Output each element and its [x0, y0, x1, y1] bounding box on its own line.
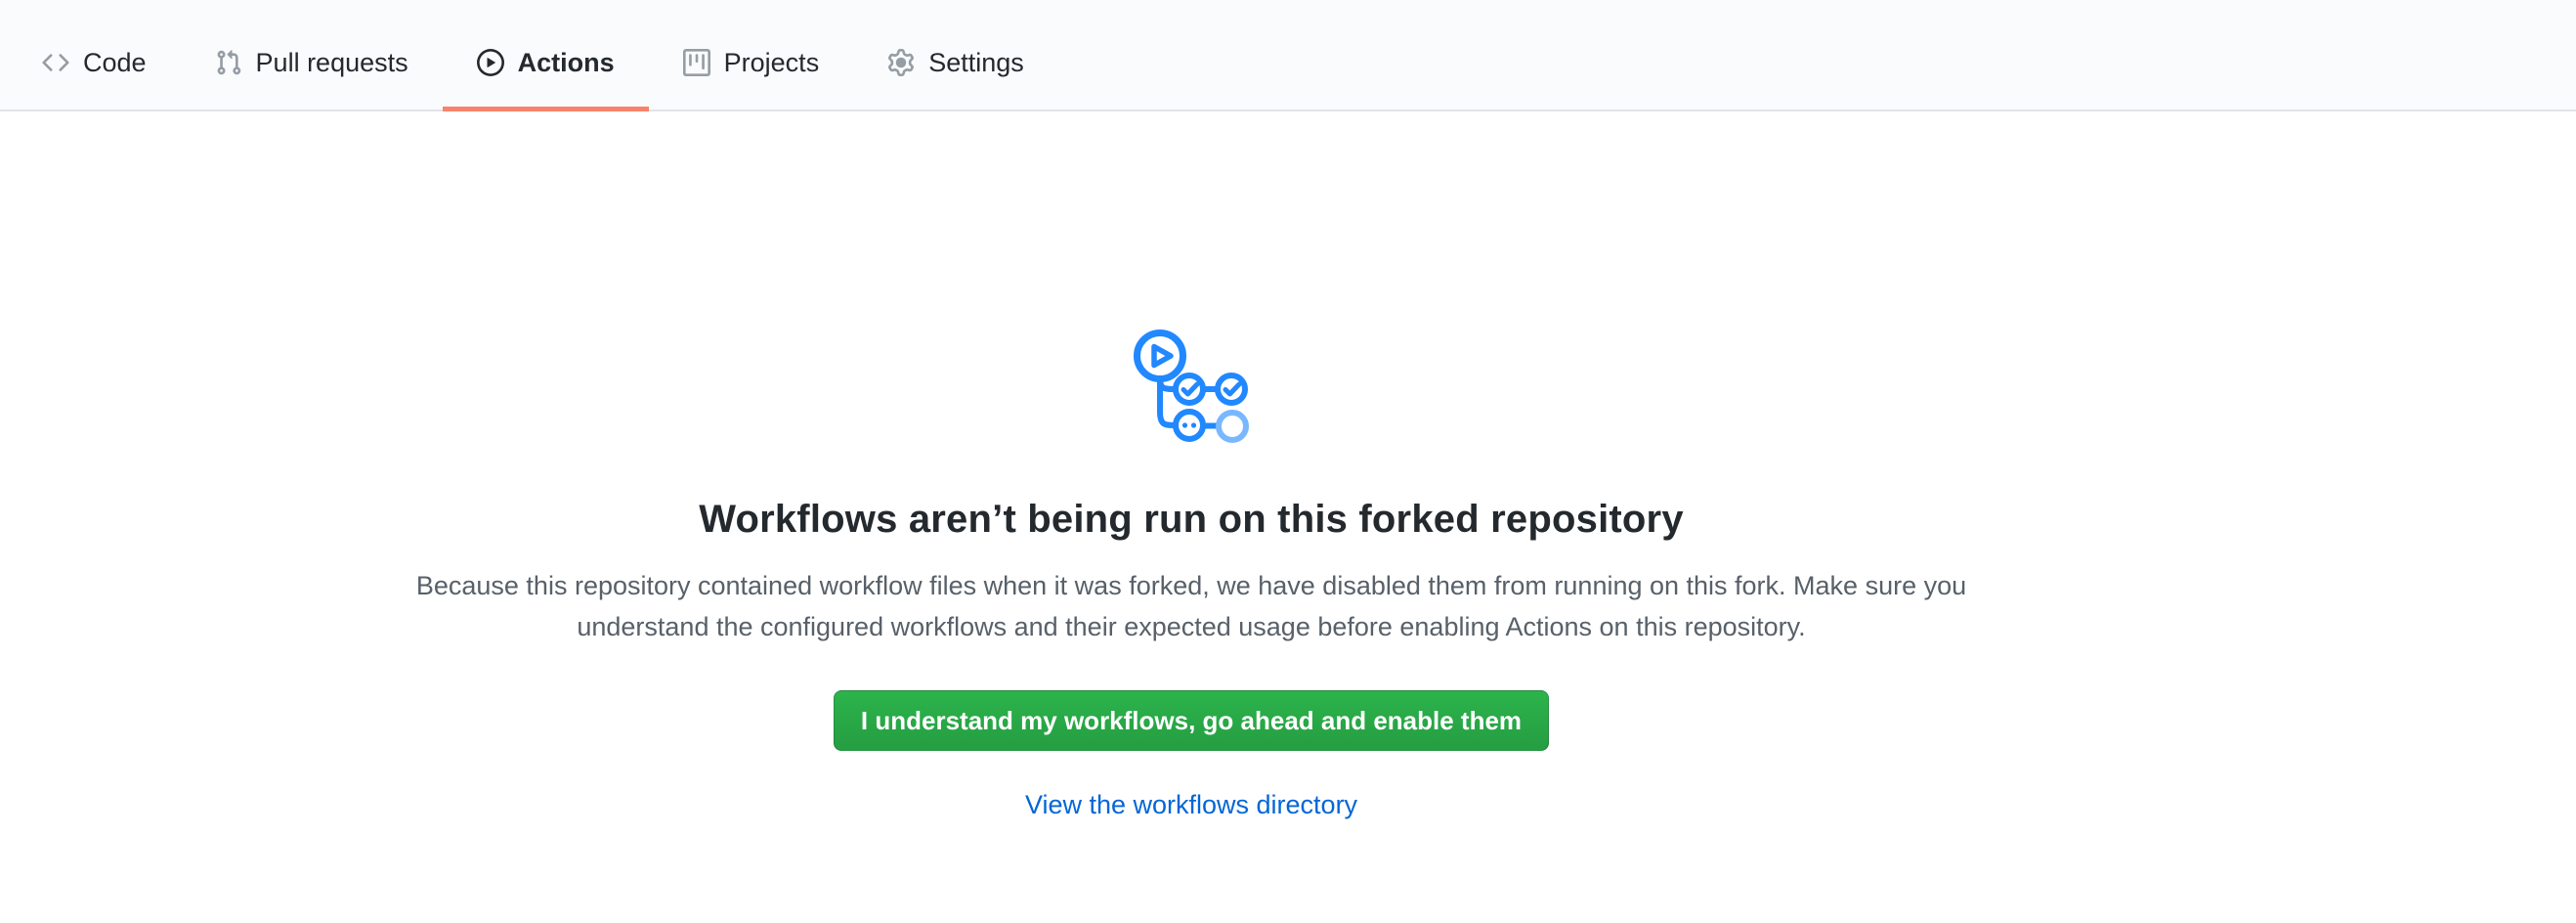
- tab-label: Code: [83, 50, 147, 76]
- blankslate: Workflows aren’t being run on this forke…: [0, 111, 2383, 821]
- repo-nav: Code Pull requests Actions Projects Sett…: [0, 0, 2576, 111]
- tab-label: Pull requests: [256, 50, 408, 76]
- tab-label: Actions: [518, 50, 615, 76]
- code-icon: [42, 49, 69, 76]
- tab-label: Settings: [928, 50, 1024, 76]
- actions-blankslate-page: Workflows aren’t being run on this forke…: [0, 111, 2576, 821]
- tab-code[interactable]: Code: [8, 0, 181, 110]
- play-icon: [477, 49, 504, 76]
- tab-pull-requests[interactable]: Pull requests: [181, 0, 443, 110]
- workflow-graph-icon: [1133, 328, 1250, 443]
- tab-label: Projects: [724, 50, 820, 76]
- gear-icon: [887, 49, 915, 76]
- active-tab-underline: [443, 107, 649, 111]
- workflows-directory-link[interactable]: View the workflows directory: [0, 788, 2383, 821]
- tab-projects[interactable]: Projects: [649, 0, 854, 110]
- enable-workflows-button[interactable]: I understand my workflows, go ahead and …: [834, 690, 1549, 751]
- git-pull-request-icon: [215, 49, 242, 76]
- tab-settings[interactable]: Settings: [853, 0, 1058, 110]
- blankslate-title: Workflows aren’t being run on this forke…: [0, 495, 2383, 544]
- blankslate-description: Because this repository contained workfl…: [400, 565, 1983, 647]
- project-icon: [683, 49, 710, 76]
- tab-actions[interactable]: Actions: [443, 0, 649, 110]
